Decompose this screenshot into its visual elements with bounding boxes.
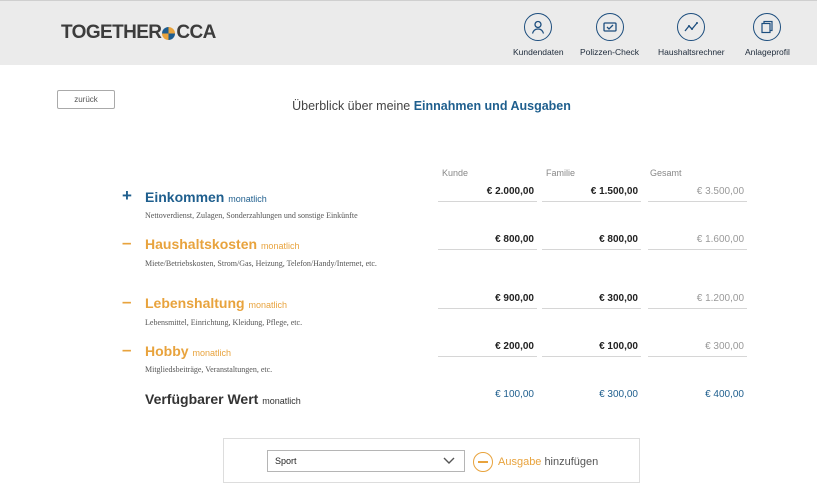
value-kunde[interactable]: € 2.000,00 — [438, 186, 537, 202]
column-header-kunde: Kunde — [442, 168, 469, 178]
add-expense-label-rest: hinzufügen — [544, 456, 599, 468]
nav-haushaltsrechner[interactable]: Haushaltsrechner — [658, 13, 725, 61]
nav-label: Polizzen-Check — [580, 47, 640, 57]
expand-minus-icon[interactable]: – — [122, 293, 131, 310]
column-header-gesamt: Gesamt — [650, 168, 682, 178]
category-name: Lebenshaltung — [145, 295, 245, 311]
category-haushaltskosten: Haushaltskosten monatlich — [145, 236, 299, 252]
add-expense-button[interactable]: Ausgabe hinzufügen — [473, 452, 598, 472]
globe-icon — [162, 26, 176, 40]
nav-anlageprofil[interactable]: Anlageprofil — [745, 13, 790, 61]
category-period: monatlich — [260, 241, 300, 251]
category-einkommen: Einkommen monatlich — [145, 189, 267, 205]
category-description: Mitgliedsbeiträge, Veranstaltungen, etc. — [145, 365, 273, 374]
category-period: monatlich — [248, 300, 287, 310]
nav-label: Kundendaten — [513, 47, 564, 57]
category-description: Lebensmittel, Einrichtung, Kleidung, Pfl… — [145, 318, 303, 327]
value-kunde[interactable]: € 800,00 — [438, 234, 537, 250]
category-period: monatlich — [192, 348, 231, 358]
logo[interactable]: TOGETHER CCA — [61, 22, 216, 44]
nav-polizzen-check[interactable]: Polizzen-Check — [580, 13, 639, 61]
logo-text-left: TOGETHER — [61, 22, 162, 43]
value-kunde[interactable]: € 900,00 — [438, 293, 537, 309]
value-familie[interactable]: € 1.500,00 — [542, 186, 641, 202]
available-name: Verfügbarer Wert — [145, 391, 259, 407]
category-name: Haushaltskosten — [145, 236, 258, 252]
value-gesamt: € 300,00 — [648, 341, 747, 357]
category-description: Nettoverdienst, Zulagen, Sonderzahlungen… — [145, 211, 358, 220]
value-familie[interactable]: € 100,00 — [542, 341, 641, 357]
nav-label: Haushaltsrechner — [658, 47, 725, 57]
nav-label: Anlageprofil — [745, 47, 790, 57]
title-highlight: Einnahmen und Ausgaben — [413, 99, 571, 113]
document-stack-icon — [753, 13, 782, 41]
value-familie[interactable]: € 300,00 — [542, 293, 641, 309]
value-kunde[interactable]: € 200,00 — [438, 341, 537, 357]
category-lebenshaltung: Lebenshaltung monatlich — [145, 295, 287, 311]
category-description: Miete/Betriebskosten, Strom/Gas, Heizung… — [145, 259, 377, 268]
value-gesamt: € 3.500,00 — [648, 186, 747, 202]
minus-circle-icon — [473, 452, 493, 472]
category-hobby: Hobby monatlich — [145, 343, 231, 359]
available-familie: € 300,00 — [599, 389, 638, 400]
add-expense-label-highlight: Ausgabe — [498, 456, 542, 468]
available-value-row: Verfügbarer Wert monatlich — [145, 391, 301, 407]
expand-minus-icon[interactable]: – — [122, 341, 131, 358]
line-chart-icon — [677, 13, 706, 41]
available-kunde: € 100,00 — [495, 389, 534, 400]
expand-plus-icon[interactable]: + — [122, 187, 132, 204]
column-header-familie: Familie — [546, 168, 576, 178]
nav-kundendaten[interactable]: Kundendaten — [513, 13, 564, 61]
page-title: Überblick über meine Einnahmen und Ausga… — [0, 99, 817, 113]
category-name: Hobby — [145, 343, 189, 359]
select-value: Sport — [275, 456, 297, 466]
expense-category-select[interactable]: Sport — [267, 450, 465, 472]
value-gesamt: € 1.200,00 — [648, 293, 747, 309]
expand-minus-icon[interactable]: – — [122, 234, 131, 251]
chevron-down-icon — [443, 457, 455, 464]
value-familie[interactable]: € 800,00 — [542, 234, 641, 250]
add-expense-panel: Sport Ausgabe hinzufügen — [223, 438, 640, 483]
category-name: Einkommen — [145, 189, 225, 205]
logo-text-right: CCA — [176, 22, 216, 43]
user-icon — [524, 13, 553, 41]
policy-check-icon — [595, 13, 624, 41]
category-period: monatlich — [228, 194, 267, 204]
available-gesamt: € 400,00 — [705, 389, 744, 400]
header: TOGETHER CCA Kundendaten Polizzen-Check … — [0, 0, 817, 65]
value-gesamt: € 1.600,00 — [648, 234, 747, 250]
available-period: monatlich — [262, 396, 301, 406]
title-prefix: Überblick über meine — [292, 99, 411, 113]
